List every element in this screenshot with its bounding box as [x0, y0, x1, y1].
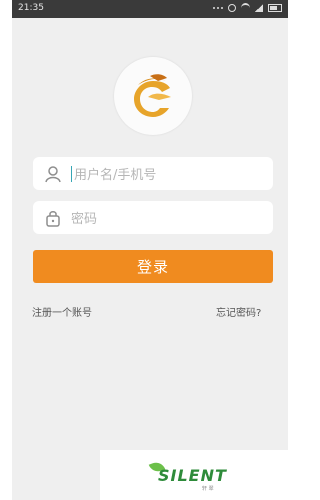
user-icon — [41, 162, 65, 186]
battery-icon — [268, 4, 282, 12]
forgot-password-link[interactable]: 忘记密码? — [216, 304, 261, 319]
watermark-text: SILENT — [158, 466, 227, 485]
lock-icon — [41, 206, 65, 230]
password-field[interactable]: 密码 — [33, 201, 273, 234]
signal-icon — [255, 4, 263, 12]
status-icons — [213, 3, 282, 13]
text-cursor — [71, 165, 72, 182]
username-placeholder: 用户名/手机号 — [74, 168, 157, 183]
login-button[interactable]: 登录 — [33, 250, 273, 283]
alarm-icon — [228, 4, 236, 12]
password-placeholder: 密码 — [71, 212, 98, 227]
register-link[interactable]: 注册一个账号 — [32, 304, 92, 319]
wifi-icon — [241, 3, 250, 13]
more-dots-icon — [213, 4, 223, 12]
app-logo — [114, 57, 192, 135]
watermark: SILENT 轩 翠 — [100, 450, 298, 500]
status-time: 21:35 — [18, 3, 44, 13]
phone-screen: 21:35 用户名/手机号 密码 登录 注册一个账号 忘记密码? — [12, 0, 288, 500]
username-field[interactable]: 用户名/手机号 — [33, 157, 273, 190]
logo-icon — [134, 74, 171, 117]
status-bar: 21:35 — [12, 0, 288, 18]
watermark-subtext: 轩 翠 — [202, 486, 214, 492]
